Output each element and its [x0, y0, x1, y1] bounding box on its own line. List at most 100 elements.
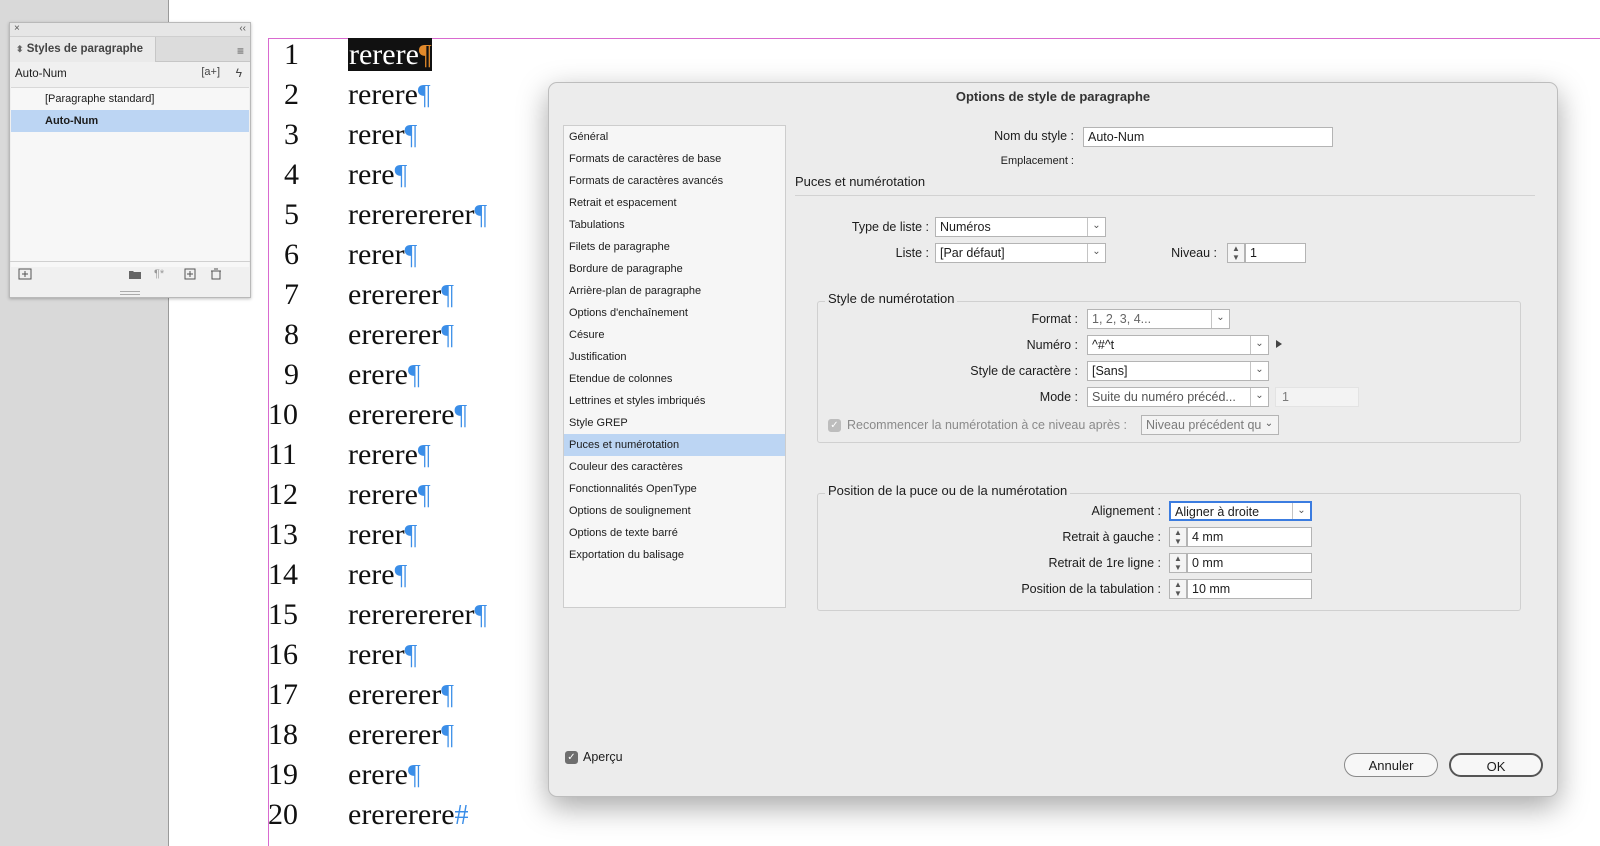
- document-line[interactable]: 14 rere¶: [268, 558, 568, 598]
- numbering-style-title: Style de numérotation: [825, 291, 958, 306]
- quick-apply-icon[interactable]: ϟ: [236, 66, 242, 80]
- document-line[interactable]: 8 erererer¶: [268, 318, 568, 358]
- tab-position-input[interactable]: 10 mm: [1187, 579, 1312, 599]
- trash-icon[interactable]: [210, 268, 222, 283]
- line-text-run: erererere¶: [348, 398, 467, 431]
- category-item[interactable]: Césure: [564, 324, 785, 346]
- alignment-select[interactable]: Aligner à droite ⌄: [1169, 501, 1312, 521]
- category-item[interactable]: Tabulations: [564, 214, 785, 236]
- new-style-icon[interactable]: [184, 268, 196, 283]
- category-item[interactable]: Style GREP: [564, 412, 785, 434]
- document-line[interactable]: 10 erererere¶: [268, 398, 568, 438]
- close-icon[interactable]: ×: [14, 23, 20, 34]
- category-item[interactable]: Formats de caractères avancés: [564, 170, 785, 192]
- category-item[interactable]: Etendue de colonnes: [564, 368, 785, 390]
- ok-button[interactable]: OK: [1449, 753, 1543, 777]
- cancel-button[interactable]: Annuler: [1344, 753, 1438, 777]
- line-text: rerere: [349, 38, 419, 71]
- category-item[interactable]: Options de texte barré: [564, 522, 785, 544]
- line-text-wrap: erere¶: [348, 758, 421, 792]
- line-text-run: rerer¶: [348, 238, 417, 271]
- insert-special-character-icon[interactable]: [1276, 340, 1282, 348]
- document-line[interactable]: 19 erere¶: [268, 758, 568, 798]
- mode-start-input[interactable]: 1: [1275, 387, 1359, 407]
- pilcrow-mark: ¶: [404, 240, 418, 271]
- tab-position-stepper-icon[interactable]: ▲ ▼: [1169, 579, 1187, 599]
- tab-paragraph-styles[interactable]: ⬍ Styles de paragraphe: [10, 37, 156, 62]
- document-line[interactable]: 17 erererer¶: [268, 678, 568, 718]
- category-item[interactable]: Filets de paragraphe: [564, 236, 785, 258]
- line-text-wrap: rere¶: [348, 158, 407, 192]
- tab-position-label: Position de la tabulation :: [1021, 582, 1161, 596]
- format-value: 1, 2, 3, 4...: [1092, 312, 1152, 326]
- category-item[interactable]: Justification: [564, 346, 785, 368]
- style-item-paragraphe-standard[interactable]: [Paragraphe standard]: [11, 88, 249, 110]
- document-line[interactable]: 18 erererer¶: [268, 718, 568, 758]
- document-line[interactable]: 7 erererer¶: [268, 278, 568, 318]
- document-line[interactable]: 15 rererererer¶: [268, 598, 568, 638]
- document-line[interactable]: 11 rerere¶: [268, 438, 568, 478]
- level-stepper-icon[interactable]: ▲ ▼: [1227, 243, 1245, 263]
- document-text-frame[interactable]: 1 rerere¶ 2 rerere¶ 3 rerer¶ 4 rere¶ 5 rerererere…: [268, 38, 568, 838]
- category-item[interactable]: Options d'enchaînement: [564, 302, 785, 324]
- document-line[interactable]: 16 rerer¶: [268, 638, 568, 678]
- line-text: rere: [348, 158, 395, 191]
- chevron-down-icon: ⌄: [1250, 362, 1268, 380]
- style-name-input[interactable]: Auto-Num: [1083, 127, 1333, 147]
- left-indent-stepper-icon[interactable]: ▲ ▼: [1169, 527, 1187, 547]
- document-line[interactable]: 12 rerere¶: [268, 478, 568, 518]
- category-item[interactable]: Fonctionnalités OpenType: [564, 478, 785, 500]
- pilcrow-mark: ¶: [441, 680, 454, 711]
- document-line[interactable]: 3 rerer¶: [268, 118, 568, 158]
- category-item[interactable]: Puces et numérotation: [564, 434, 785, 456]
- level-input[interactable]: 1: [1245, 243, 1306, 263]
- category-item[interactable]: Bordure de paragraphe: [564, 258, 785, 280]
- list-type-select[interactable]: Numéros ⌄: [935, 217, 1106, 237]
- auto-number: 16: [268, 638, 298, 671]
- panel-menu-icon[interactable]: ≡: [237, 44, 244, 58]
- document-line[interactable]: 13 rerer¶: [268, 518, 568, 558]
- document-line[interactable]: 9 erere¶: [268, 358, 568, 398]
- line-text-run: rerere¶: [348, 478, 431, 511]
- category-item[interactable]: Couleur des caractères: [564, 456, 785, 478]
- list-select[interactable]: [Par défaut] ⌄: [935, 243, 1106, 263]
- folder-icon[interactable]: [128, 268, 142, 283]
- line-text: erererere: [348, 398, 455, 431]
- line-text: erererer: [348, 718, 442, 751]
- collapse-icon[interactable]: ‹‹: [239, 23, 246, 34]
- line-text: erererer: [348, 318, 442, 351]
- mode-select[interactable]: Suite du numéro précéd... ⌄: [1087, 387, 1269, 407]
- document-line[interactable]: 20 erererere#: [268, 798, 568, 838]
- left-indent-input[interactable]: 4 mm: [1187, 527, 1312, 547]
- category-item[interactable]: Retrait et espacement: [564, 192, 785, 214]
- category-item[interactable]: Lettrines et styles imbriqués: [564, 390, 785, 412]
- auto-number: 7: [284, 278, 299, 311]
- category-item[interactable]: Général: [564, 126, 785, 148]
- dialog-title: Options de style de paragraphe: [955, 89, 1151, 104]
- number-input[interactable]: ^#^t ⌄: [1087, 335, 1269, 355]
- category-item[interactable]: Arrière-plan de paragraphe: [564, 280, 785, 302]
- document-line[interactable]: 1 rerere¶: [268, 38, 568, 78]
- line-text-run: erererer¶: [348, 678, 454, 711]
- restart-after-select[interactable]: Niveau précédent qu ⌄: [1141, 415, 1279, 435]
- category-item[interactable]: Exportation du balisage: [564, 544, 785, 566]
- preview-checkbox[interactable]: ✓: [565, 751, 578, 764]
- character-style-select[interactable]: [Sans] ⌄: [1087, 361, 1269, 381]
- restart-numbering-checkbox[interactable]: ✓: [828, 419, 841, 432]
- line-text: rerer: [348, 518, 405, 551]
- category-item[interactable]: Formats de caractères de base: [564, 148, 785, 170]
- style-item-auto-num[interactable]: Auto-Num: [11, 110, 249, 132]
- document-line[interactable]: 4 rere¶: [268, 158, 568, 198]
- document-line[interactable]: 2 rerere¶: [268, 78, 568, 118]
- panel-resize-grip[interactable]: [120, 291, 140, 295]
- document-line[interactable]: 5 rererererer¶: [268, 198, 568, 238]
- format-select[interactable]: 1, 2, 3, 4... ⌄: [1087, 309, 1230, 329]
- first-line-indent-stepper-icon[interactable]: ▲ ▼: [1169, 553, 1187, 573]
- first-line-indent-input[interactable]: 0 mm: [1187, 553, 1312, 573]
- category-item[interactable]: Options de soulignement: [564, 500, 785, 522]
- clear-override-icon[interactable]: ¶*: [154, 268, 164, 280]
- restart-numbering-label: Recommencer la numérotation à ce niveau …: [847, 418, 1128, 432]
- import-icon[interactable]: [18, 268, 32, 283]
- new-style-from-selection-icon[interactable]: [a+]: [201, 66, 220, 78]
- document-line[interactable]: 6 rerer¶: [268, 238, 568, 278]
